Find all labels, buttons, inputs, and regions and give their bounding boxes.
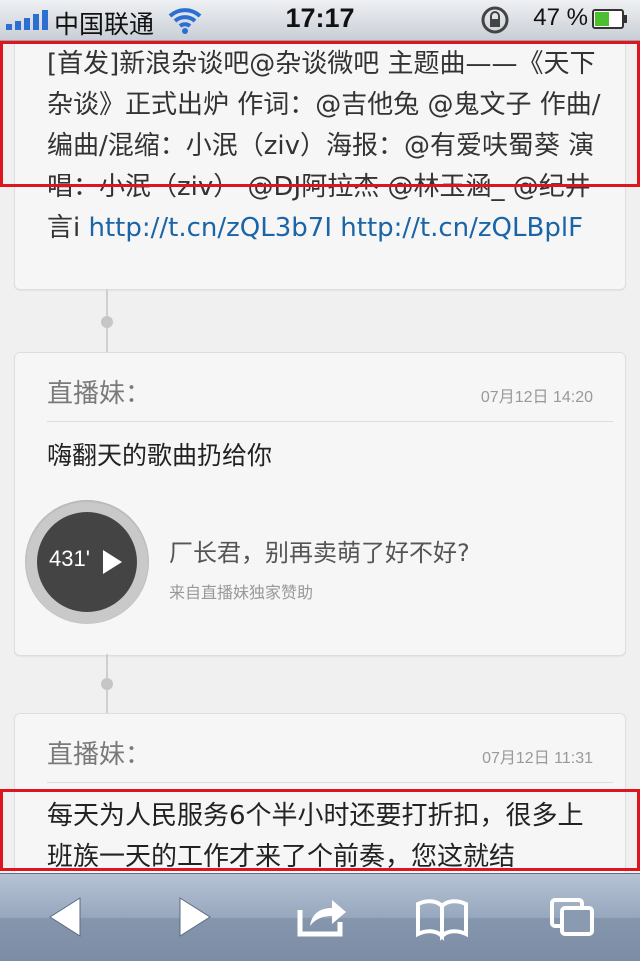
rotation-lock-icon bbox=[481, 6, 509, 34]
timeline-dot bbox=[101, 316, 113, 328]
highlight-box bbox=[0, 789, 640, 871]
post-date: 07月12日 14:20 bbox=[480, 389, 593, 406]
audio-title[interactable]: 厂长君，别再卖萌了好不好? bbox=[169, 533, 470, 568]
bookmarks-icon[interactable] bbox=[412, 892, 472, 942]
timeline-dot bbox=[101, 678, 113, 690]
timeline-connector bbox=[106, 690, 108, 713]
audio-duration: 431' bbox=[49, 546, 90, 571]
post-header: 直播妹： 07月12日 11:31 bbox=[15, 714, 625, 780]
forward-arrow-icon[interactable] bbox=[164, 892, 224, 942]
audio-play-button[interactable]: 431' bbox=[25, 500, 149, 624]
share-icon[interactable] bbox=[292, 892, 352, 942]
post-message: 嗨翻天的歌曲扔给你 bbox=[47, 441, 273, 470]
browser-toolbar bbox=[0, 873, 640, 961]
signal-strength-icon bbox=[6, 10, 48, 30]
post-header: 直播妹： 07月12日 14:20 bbox=[15, 353, 625, 419]
battery-percent: 47 % bbox=[533, 4, 588, 31]
author-name[interactable]: 直播妹： bbox=[47, 734, 151, 771]
timeline-connector bbox=[106, 289, 108, 319]
post-card: 直播妹： 07月12日 14:20 嗨翻天的歌曲扔给你 431' 厂长君，别再卖… bbox=[14, 352, 626, 656]
back-arrow-icon[interactable] bbox=[36, 892, 96, 942]
player-disc: 431' bbox=[37, 512, 137, 612]
battery-icon bbox=[592, 9, 627, 29]
audio-subtitle: 来自直播妹独家赞助 bbox=[169, 583, 314, 602]
status-bar: 中国联通 17:17 47 % bbox=[0, 0, 640, 41]
play-icon bbox=[103, 550, 122, 574]
highlight-box bbox=[0, 41, 640, 187]
author-name[interactable]: 直播妹： bbox=[47, 373, 151, 410]
divider bbox=[47, 421, 613, 422]
post-link[interactable]: http://t.cn/zQL3b7I bbox=[89, 213, 333, 243]
post-link[interactable]: http://t.cn/zQLBplF bbox=[340, 213, 583, 243]
carrier-name: 中国联通 bbox=[54, 11, 155, 39]
pages-icon[interactable] bbox=[542, 892, 602, 942]
divider bbox=[47, 782, 613, 783]
post-date: 07月12日 11:31 bbox=[482, 750, 593, 767]
timeline-connector bbox=[106, 328, 108, 352]
wifi-icon bbox=[168, 8, 202, 34]
